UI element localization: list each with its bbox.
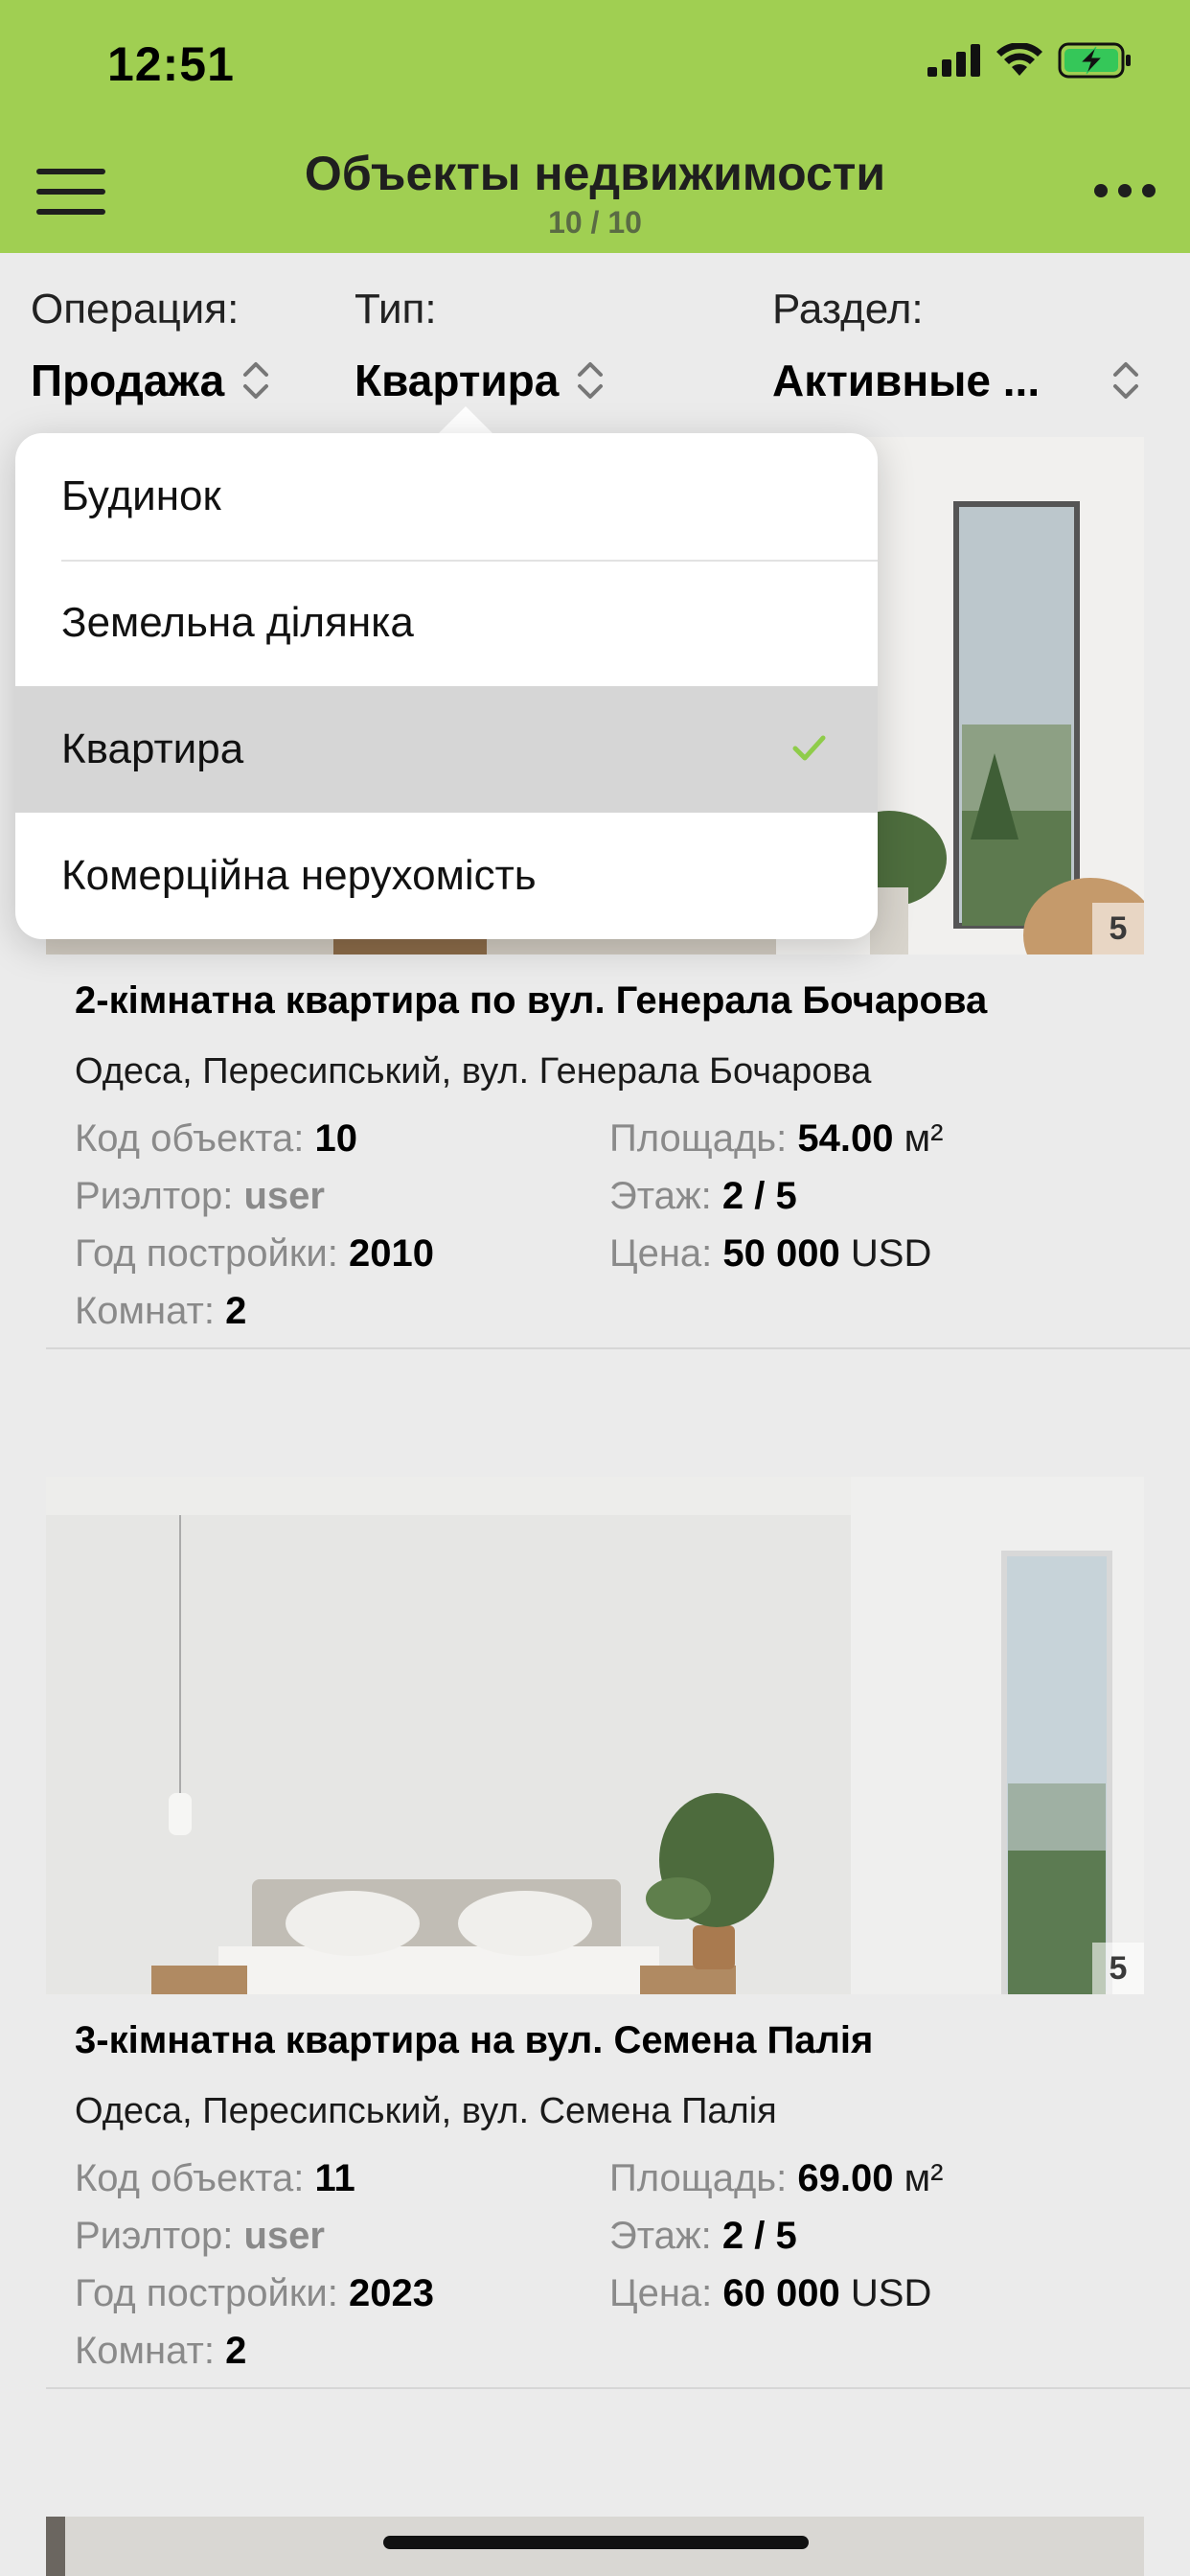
property-code: Код объекта: 11: [75, 2157, 355, 2199]
photo-count-badge: 5: [1092, 903, 1144, 954]
bedroom-photo: [46, 1477, 1144, 1994]
chevron-up-down-icon: [1113, 362, 1138, 399]
filter-type-value: Квартира: [355, 356, 560, 405]
property-realtor: Риэлтор: user: [75, 2215, 325, 2257]
property-price: Цена: 50 000 USD: [609, 1232, 932, 1275]
property-floor: Этаж: 2 / 5: [609, 2215, 797, 2257]
property-realtor: Риэлтор: user: [75, 1175, 325, 1217]
property-price: Цена: 60 000 USD: [609, 2272, 932, 2314]
property-year: Год постройки: 2023: [75, 2272, 434, 2314]
filter-type-select[interactable]: Квартира: [355, 355, 605, 406]
listing-address: Одеса, Пересипський, вул. Семена Палія: [75, 2091, 777, 2131]
listing-properties: Код объекта: 11 Риэлтор: user Год постро…: [46, 2157, 1190, 2387]
filter-operation: Операция: Продажа: [31, 286, 270, 406]
property-year: Год постройки: 2010: [75, 1232, 434, 1275]
results-count: 10 / 10: [548, 205, 642, 240]
listing-photo[interactable]: 5: [46, 1477, 1144, 1994]
dropdown-item-house[interactable]: Будинок: [15, 433, 878, 560]
listing-card[interactable]: 5 3-кімнатна квартира на вул. Семена Пал…: [46, 1477, 1190, 2389]
dropdown-item-apartment[interactable]: Квартира: [15, 686, 878, 813]
filter-section-select[interactable]: Активные ...: [772, 355, 1140, 406]
property-code: Код объекта: 10: [75, 1117, 357, 1160]
dropdown-caret: [439, 406, 492, 433]
filter-operation-value: Продажа: [31, 356, 225, 405]
more-options-icon[interactable]: [1094, 184, 1156, 199]
status-bar: 12:51: [0, 0, 1190, 125]
status-time: 12:51: [107, 37, 235, 91]
property-rooms: Комнат: 2: [75, 1290, 247, 1332]
filter-type: Тип: Квартира: [355, 286, 605, 406]
checkmark-icon: [792, 735, 826, 761]
property-floor: Этаж: 2 / 5: [609, 1175, 797, 1217]
home-indicator[interactable]: [383, 2536, 809, 2549]
listing-properties: Код объекта: 10 Риэлтор: user Год постро…: [46, 1117, 1190, 1347]
listing-address: Одеса, Пересипський, вул. Генерала Бочар…: [75, 1051, 872, 1092]
filter-operation-select[interactable]: Продажа: [31, 355, 270, 406]
filter-section-label: Раздел:: [772, 286, 924, 333]
chevron-up-down-icon: [578, 362, 604, 399]
dropdown-item-commercial[interactable]: Комерційна нерухомість: [15, 813, 878, 939]
filter-operation-label: Операция:: [31, 286, 240, 333]
filter-type-label: Тип:: [355, 286, 437, 333]
dropdown-item-land-plot[interactable]: Земельна ділянка: [15, 560, 878, 686]
page-title: Объекты недвижимости: [304, 147, 886, 200]
property-rooms: Комнат: 2: [75, 2330, 247, 2372]
chevron-up-down-icon: [243, 362, 269, 399]
cellular-signal-icon: [927, 44, 980, 77]
filter-section-value: Активные ...: [772, 356, 1041, 405]
type-dropdown-menu: Будинок Земельна ділянка Квартира Комерц…: [15, 433, 878, 939]
wifi-icon: [996, 43, 1042, 76]
battery-charging-icon: [1058, 42, 1131, 79]
listing-title: 2-кімнатна квартира по вул. Генерала Боч…: [75, 979, 988, 1022]
property-area: Площадь: 69.00 м²: [609, 2157, 944, 2199]
photo-count-badge: 5: [1092, 1943, 1144, 1994]
listing-title: 3-кімнатна квартира на вул. Семена Палія: [75, 2019, 874, 2061]
filter-section: Раздел: Активные ...: [772, 286, 1140, 406]
navigation-bar: Объекты недвижимости 10 / 10: [0, 125, 1190, 253]
status-icons: [927, 42, 1133, 79]
property-area: Площадь: 54.00 м²: [609, 1117, 944, 1160]
